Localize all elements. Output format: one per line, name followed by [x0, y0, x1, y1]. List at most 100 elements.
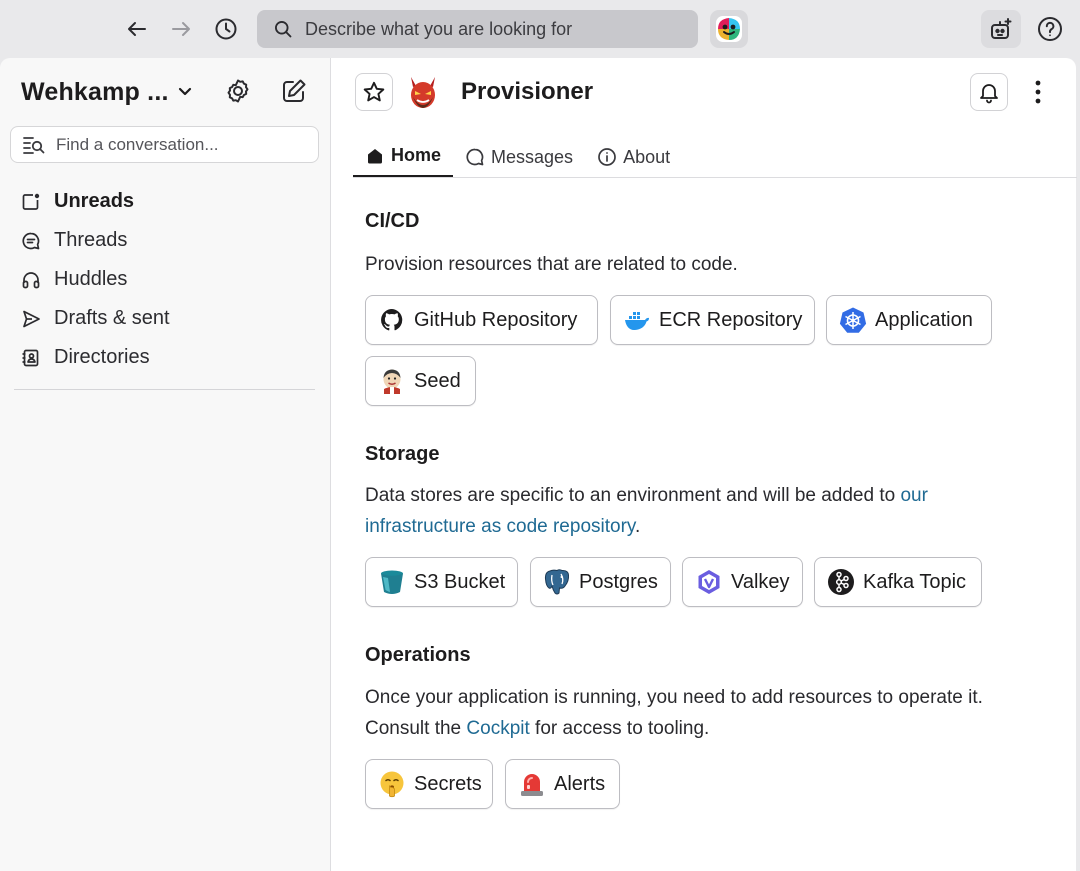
top-bar: Describe what you are looking for	[0, 0, 1080, 58]
star-button[interactable]	[355, 73, 393, 111]
chip-label: S3 Bucket	[414, 570, 506, 593]
channel-panel: Provisioner Home Messages About CI/CD Pr…	[330, 58, 1077, 871]
channel-tabs: Home Messages About	[353, 136, 682, 178]
infrastructure-repo-link-cont[interactable]: infrastructure as code repository	[365, 516, 635, 537]
ecr-repository-button[interactable]: ECR Repository	[610, 295, 815, 345]
section-title-operations: Operations	[365, 644, 471, 666]
sidebar-item-label: Directories	[54, 346, 150, 368]
clock-icon	[215, 18, 237, 40]
chip-label: Application	[875, 308, 973, 331]
sidebar-item-huddles[interactable]: Huddles	[21, 260, 170, 299]
valkey-icon	[698, 570, 720, 594]
sidebar-item-label: Huddles	[54, 268, 128, 290]
sidebar-divider	[14, 389, 315, 390]
github-icon	[380, 308, 404, 332]
tabs-divider	[353, 177, 1077, 178]
app-logo[interactable]	[710, 10, 748, 48]
sidebar-item-unreads[interactable]: Unreads	[21, 182, 170, 221]
history-button[interactable]	[211, 14, 241, 44]
valkey-button[interactable]: Valkey	[682, 557, 803, 607]
sidebar-item-drafts-sent[interactable]: Drafts & sent	[21, 299, 170, 338]
chip-label: GitHub Repository	[414, 308, 578, 331]
search-bar[interactable]: Describe what you are looking for	[257, 10, 698, 48]
postgres-button[interactable]: Postgres	[530, 557, 671, 607]
section-text-cicd: Provision resources that are related to …	[365, 254, 738, 275]
more-options-icon[interactable]	[1028, 76, 1048, 108]
tab-label: Messages	[491, 146, 574, 167]
github-repository-button[interactable]: GitHub Repository	[365, 295, 598, 345]
sidebar: Wehkamp ... Find a conversation... Unrea…	[0, 58, 330, 871]
sidebar-item-directories[interactable]: Directories	[21, 338, 170, 377]
bell-icon	[980, 84, 998, 104]
unreads-icon	[22, 193, 40, 210]
forward-button[interactable]	[166, 14, 196, 44]
application-button[interactable]: Application	[826, 295, 992, 345]
shushing-face-icon	[380, 771, 404, 798]
help-button[interactable]	[1030, 10, 1070, 48]
cockpit-link[interactable]: Cockpit	[466, 718, 529, 739]
message-icon	[466, 148, 484, 166]
sidebar-item-label: Drafts & sent	[54, 307, 170, 329]
workspace-name[interactable]: Wehkamp ...	[21, 78, 169, 107]
chip-label: Valkey	[731, 570, 790, 593]
s3-bucket-button[interactable]: S3 Bucket	[365, 557, 518, 607]
find-placeholder: Find a conversation...	[56, 134, 219, 154]
storage-text-before: Data stores are specific to an environme…	[365, 485, 901, 506]
bot-sparkle-icon	[991, 18, 1012, 39]
arrow-right-icon	[172, 22, 190, 36]
search-icon	[275, 21, 292, 38]
tab-messages[interactable]: Messages	[453, 136, 585, 178]
search-placeholder: Describe what you are looking for	[305, 18, 573, 39]
notifications-button[interactable]	[970, 73, 1008, 111]
slack-logo-icon	[716, 16, 742, 42]
info-icon	[598, 148, 616, 166]
alerts-button[interactable]: Alerts	[505, 759, 620, 809]
star-icon	[363, 81, 385, 102]
directory-icon	[22, 349, 39, 366]
section-title-storage: Storage	[365, 443, 440, 465]
postgres-icon	[544, 569, 570, 595]
gear-icon[interactable]	[224, 77, 252, 105]
ai-assistant-button[interactable]	[981, 10, 1021, 48]
chevron-down-icon[interactable]	[176, 82, 194, 100]
secrets-button[interactable]: Secrets	[365, 759, 493, 809]
kafka-topic-button[interactable]: Kafka Topic	[814, 557, 982, 607]
tab-label: About	[623, 146, 671, 167]
sidebar-nav: Unreads Threads Huddles Drafts & sent Di…	[21, 182, 170, 377]
back-button[interactable]	[122, 14, 152, 44]
find-conversation-input[interactable]: Find a conversation...	[10, 126, 319, 163]
filter-search-icon	[23, 136, 45, 154]
section-text-operations: Once your application is running, you ne…	[365, 682, 1027, 744]
tab-home[interactable]: Home	[353, 136, 454, 178]
arrow-left-icon	[128, 22, 146, 36]
threads-icon	[22, 232, 40, 249]
storage-text-after: .	[635, 516, 641, 537]
kubernetes-icon	[839, 307, 867, 333]
devil-bot-avatar-icon	[411, 77, 435, 108]
jenkins-icon	[383, 369, 401, 394]
operations-text-after: for access to tooling.	[529, 718, 710, 739]
compose-icon[interactable]	[280, 77, 308, 105]
chip-label: Seed	[414, 369, 461, 392]
sidebar-item-threads[interactable]: Threads	[21, 221, 170, 260]
headphones-icon	[22, 271, 40, 288]
kafka-icon	[828, 569, 854, 595]
chip-label: ECR Repository	[659, 308, 803, 331]
channel-title: Provisioner	[461, 78, 594, 105]
infrastructure-repo-link[interactable]: our	[900, 485, 927, 506]
siren-icon	[521, 774, 543, 796]
home-icon	[368, 148, 382, 163]
section-text-storage: Data stores are specific to an environme…	[365, 480, 1005, 542]
chip-label: Secrets	[414, 772, 482, 795]
sidebar-item-label: Unreads	[54, 190, 135, 212]
seed-button[interactable]: Seed	[365, 356, 476, 406]
sidebar-item-label: Threads	[54, 229, 128, 251]
chip-label: Alerts	[554, 772, 606, 795]
chip-label: Kafka Topic	[863, 570, 967, 593]
section-title-cicd: CI/CD	[365, 210, 420, 232]
tab-about[interactable]: About	[585, 136, 682, 178]
tab-label: Home	[391, 145, 442, 165]
bucket-icon	[381, 570, 403, 594]
docker-icon	[625, 312, 649, 330]
send-icon	[23, 310, 40, 327]
